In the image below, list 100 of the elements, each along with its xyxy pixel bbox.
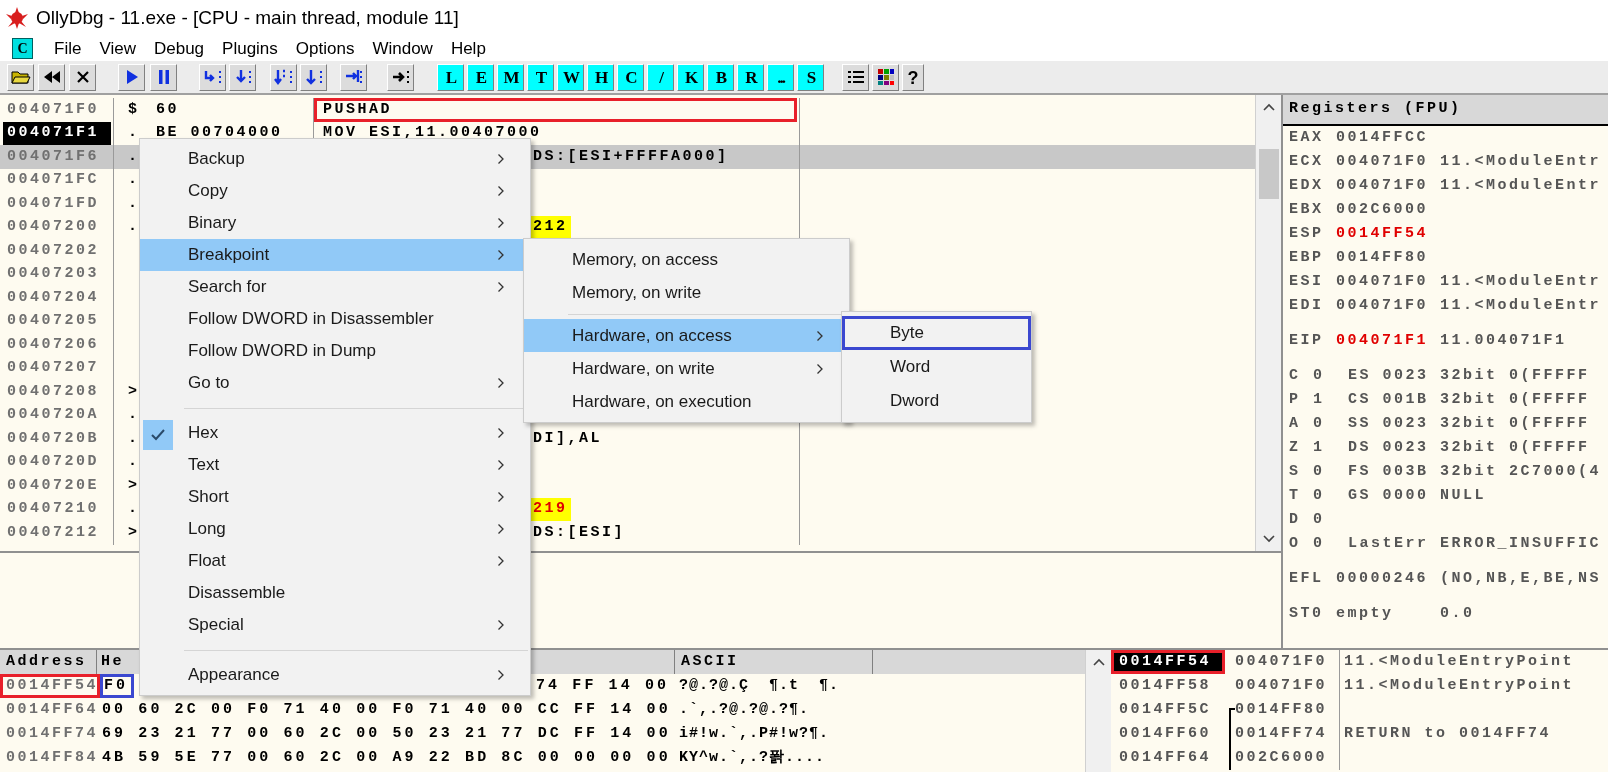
segment-info: GS 0000 NULL xyxy=(1348,485,1487,506)
step-into-button[interactable] xyxy=(199,63,226,91)
menu-item[interactable]: Long xyxy=(140,513,530,545)
help-button[interactable]: ? xyxy=(902,63,924,91)
register-value[interactable]: 0014FFCC xyxy=(1336,126,1440,150)
register-value[interactable]: 004071F1 xyxy=(1336,329,1440,353)
flag-name: A xyxy=(1289,413,1302,434)
pane-toggle-button[interactable]: L xyxy=(437,63,464,91)
register-value[interactable]: 002C6000 xyxy=(1336,198,1440,222)
scroll-down-icon[interactable] xyxy=(1262,535,1275,543)
pane-toggle-button[interactable]: ... xyxy=(767,63,794,91)
execute-till-return-button[interactable] xyxy=(340,63,367,91)
pane-toggle-button[interactable]: T xyxy=(527,63,554,91)
address-cell-text: 0014FF84 xyxy=(5,747,99,768)
flag-value[interactable]: 0 xyxy=(1313,412,1348,436)
register-value[interactable]: 004071F0 xyxy=(1336,294,1440,318)
register-value[interactable]: 00000246 xyxy=(1336,567,1440,591)
column-header[interactable]: Address xyxy=(0,650,97,674)
go-to-button[interactable] xyxy=(387,63,414,91)
menu-item[interactable]: Binary xyxy=(140,207,530,239)
flag-name: S xyxy=(1289,461,1302,482)
disassembly-row[interactable]: 004071F0 $ 60 PUSHAD xyxy=(0,98,1255,122)
trace-into-button[interactable] xyxy=(270,63,297,91)
stack-value: 0014FF80 xyxy=(1235,699,1328,720)
return-arrow-icon xyxy=(343,68,364,86)
register-value[interactable]: 0014FF80 xyxy=(1336,246,1440,270)
register-value[interactable]: 004071F0 xyxy=(1336,150,1440,174)
trace-over-button[interactable] xyxy=(300,63,327,91)
flag-value[interactable]: 0 xyxy=(1313,484,1348,508)
scrollbar[interactable] xyxy=(1255,95,1281,551)
menu-item[interactable]: Dword xyxy=(842,384,1031,418)
menu-bar-item[interactable]: Help xyxy=(441,35,495,62)
flag-value[interactable]: 1 xyxy=(1313,436,1348,460)
menu-bar-item[interactable]: File xyxy=(45,35,91,62)
menu-bar-item[interactable]: Debug xyxy=(144,35,214,62)
pane-toggle-button[interactable]: R xyxy=(737,63,764,91)
flag-name: D xyxy=(1289,509,1302,530)
address-cell-text: 004071F6 xyxy=(6,146,100,167)
menu-item[interactable]: Appearance xyxy=(140,659,530,691)
close-button[interactable] xyxy=(69,63,96,91)
pane-toggle-button[interactable]: B xyxy=(707,63,734,91)
flag-value[interactable]: 0 xyxy=(1313,460,1348,484)
column-header[interactable]: ASCII xyxy=(675,650,873,674)
scroll-thumb[interactable] xyxy=(1258,149,1279,199)
app-logo: C xyxy=(12,38,33,59)
flag-value[interactable]: 0 xyxy=(1313,364,1348,388)
register-value[interactable]: empty xyxy=(1336,602,1440,626)
menu-item[interactable]: Memory, on write xyxy=(524,276,849,309)
run-button[interactable] xyxy=(118,63,145,91)
pause-button[interactable] xyxy=(150,63,177,91)
flag-value[interactable]: 0 xyxy=(1313,508,1348,532)
address-cell-text: 0014FF74 xyxy=(5,723,99,744)
hex-bytes: 69 23 21 77 00 60 2C 00 50 23 21 77 DC FF 14 00 xyxy=(101,723,671,744)
instruction: DI],AL xyxy=(532,428,603,449)
menu-item[interactable]: Word xyxy=(842,350,1031,384)
flag-value[interactable]: 0 xyxy=(1313,532,1348,556)
scrollbar[interactable] xyxy=(1085,650,1111,772)
pane-toggle-button[interactable]: S xyxy=(797,63,824,91)
menu-item[interactable]: Float xyxy=(140,545,530,577)
colors-button[interactable] xyxy=(872,63,899,91)
menu-item[interactable]: Hex xyxy=(140,417,530,449)
trace-into-icon xyxy=(273,68,294,86)
pane-toggle-button[interactable]: W xyxy=(557,63,584,91)
pane-toggle-button[interactable]: M xyxy=(497,63,524,91)
address-cell: 0014FF54 xyxy=(1111,650,1225,674)
menu-item[interactable]: Byte xyxy=(842,316,1031,350)
menu-bar-item[interactable]: Plugins xyxy=(213,35,287,62)
register-value[interactable]: 004071F0 xyxy=(1336,270,1440,294)
list-button[interactable] xyxy=(842,63,869,91)
menu-item[interactable]: Short xyxy=(140,481,530,513)
ascii-text: .`,.?@.?@.?¶. xyxy=(678,699,811,720)
marker: . xyxy=(128,452,140,472)
register-value[interactable]: 0014FF54 xyxy=(1336,222,1440,246)
menu-bar-item[interactable]: View xyxy=(90,35,145,62)
pane-toggle-button[interactable]: C xyxy=(617,63,644,91)
scroll-up-icon[interactable] xyxy=(1092,658,1105,666)
address-cell-text: 004071F0 xyxy=(6,99,100,120)
flag-value[interactable]: 1 xyxy=(1313,388,1348,412)
pane-toggle-button[interactable]: H xyxy=(587,63,614,91)
address-cell-text: 0014FF60 xyxy=(1118,723,1212,744)
register-value[interactable]: 004071F0 xyxy=(1336,174,1440,198)
menu-item[interactable]: Special xyxy=(140,609,530,641)
menu-bar-item[interactable]: Window xyxy=(363,35,442,62)
scroll-up-icon[interactable] xyxy=(1262,103,1275,111)
address-cell-text: 0014FF5C xyxy=(1118,699,1212,720)
address-cell-text: 00407206 xyxy=(6,334,100,355)
menu-item[interactable]: Copy xyxy=(140,175,530,207)
restart-button[interactable] xyxy=(38,63,65,91)
register-name: ESI xyxy=(1289,271,1325,292)
register-name: EDX xyxy=(1289,175,1325,196)
pane-toggle-button[interactable]: E xyxy=(467,63,494,91)
open-button[interactable] xyxy=(7,63,34,91)
pane-toggle-button[interactable]: / xyxy=(647,63,674,91)
pane-toggle-button[interactable]: K xyxy=(677,63,704,91)
step-over-button[interactable] xyxy=(229,63,256,91)
menu-item[interactable]: Disassemble xyxy=(140,577,530,609)
marker: . xyxy=(128,123,140,143)
menu-item[interactable]: Text xyxy=(140,449,530,481)
menu-bar-item[interactable]: Options xyxy=(286,35,364,62)
hex-bytes: BE 00704000 xyxy=(156,123,283,143)
